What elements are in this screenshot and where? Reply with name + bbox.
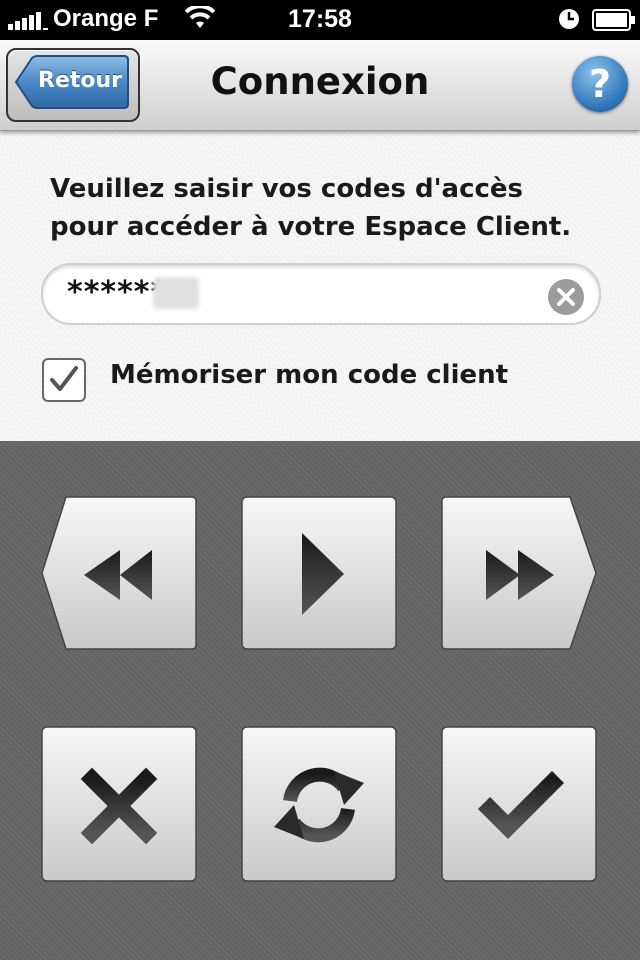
status-time: 17:58 (288, 5, 352, 33)
remember-checkbox[interactable] (42, 358, 86, 402)
battery-icon (592, 9, 636, 35)
intro-line-2: pour accéder à votre Espace Client. (50, 212, 572, 242)
previous-key[interactable] (40, 495, 200, 655)
page-title: Connexion (210, 60, 430, 103)
next-key[interactable] (440, 495, 600, 655)
intro-line-1: Veuillez saisir vos codes d'accès (50, 174, 524, 204)
validate-key[interactable] (440, 725, 600, 885)
play-key[interactable] (240, 495, 400, 655)
clock-icon (558, 8, 580, 34)
intro-text: Veuillez saisir vos codes d'accès pour a… (50, 170, 610, 246)
checkmark-icon (50, 366, 78, 391)
client-code-field[interactable]: ****** (41, 263, 601, 325)
refresh-key[interactable] (240, 725, 400, 885)
clear-icon (557, 288, 575, 306)
navigation-bar: Retour Connexion ? (0, 40, 640, 131)
remember-label: Mémoriser mon code client (110, 360, 509, 390)
help-button[interactable]: ? (572, 56, 628, 112)
status-bar: Orange F 17:58 (0, 0, 640, 40)
clear-field-button[interactable] (548, 279, 584, 315)
cancel-key[interactable] (40, 725, 200, 885)
blurred-digits (153, 277, 199, 309)
